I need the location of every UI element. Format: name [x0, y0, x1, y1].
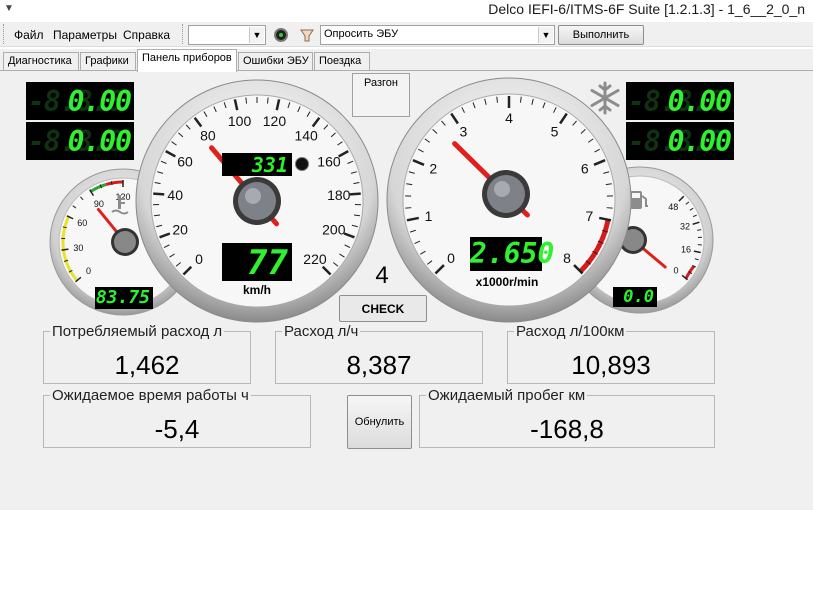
left-lcd-row-2: -8.8.8 0.00 — [26, 122, 134, 160]
gauge-tick-label: 220 — [303, 251, 327, 267]
speed-digital: 77 — [222, 243, 292, 283]
left-lcd-display: -8.8.8 0.00 -8.8.8 0.00 — [26, 82, 134, 162]
gauge-tick-label: 0 — [447, 250, 455, 266]
expected-range-value: -168,8 — [530, 414, 604, 444]
expected-range-label: Ожидаемый пробег км — [426, 387, 588, 404]
tab-ecu-errors[interactable]: Ошибки ЭБУ — [238, 52, 313, 70]
right-lcd-row-2: -8.8.8 0.00 — [626, 122, 734, 160]
gauge-tick-label: 48 — [668, 202, 678, 212]
fuel-consumed-value: 1,462 — [114, 350, 180, 380]
gauge-major-tick — [61, 248, 69, 251]
indicator-lamp-icon — [295, 157, 309, 171]
gauge-minor-tick — [245, 97, 248, 104]
gauge-minor-tick — [697, 229, 702, 231]
gauge-tick-label: 2 — [429, 161, 437, 177]
tab-graphs[interactable]: Графики — [80, 52, 136, 70]
odometer-display: 331 — [222, 153, 292, 177]
fuel-rate-label: Расход л/ч — [282, 323, 361, 340]
request-select-value: Опросить ЭБУ — [324, 28, 399, 40]
menu-file[interactable]: Файл — [14, 28, 44, 42]
fuel-rate-field: Расход л/ч 8,387 — [275, 323, 483, 384]
grip-handle — [3, 24, 6, 44]
gauge-tick-label: 6 — [581, 161, 589, 177]
chevron-down-icon[interactable]: ▼ — [249, 27, 264, 43]
gauge-tick-label: 90 — [94, 199, 104, 209]
left-lcd-value-2: 0.00 — [67, 125, 132, 158]
gauge-tick-label: 7 — [586, 208, 594, 224]
fuel-rate-value: 8,387 — [346, 350, 412, 380]
gauge-tick-label: 0 — [673, 265, 678, 275]
toolbar-grip — [182, 24, 185, 44]
gauge-tick-label: 0 — [86, 266, 91, 276]
menu-help[interactable]: Справка — [123, 28, 170, 42]
tab-diagnostics[interactable]: Диагностика — [3, 52, 79, 70]
right-lcd-row-1: -8.8.8 0.00 — [626, 82, 734, 120]
reset-button[interactable]: Обнулить — [347, 395, 412, 449]
menu-settings[interactable]: Параметры — [53, 28, 117, 42]
gauge-tick-label: 60 — [177, 154, 193, 170]
request-select[interactable]: Опросить ЭБУ ▼ — [320, 25, 555, 45]
gauge-tick-label: 20 — [172, 222, 188, 238]
right-lcd-value-2: 0.00 — [667, 125, 732, 158]
speed-unit-label: km/h — [242, 283, 271, 297]
gauge-tick-label: 80 — [200, 127, 216, 143]
gauge-tick-label: 100 — [228, 113, 252, 129]
gauge-minor-tick — [496, 96, 498, 103]
check-engine-indicator: CHECK — [339, 295, 427, 322]
gauge-tick-label: 5 — [551, 124, 559, 140]
settings-icon[interactable] — [299, 27, 315, 43]
right-lcd-value-1: 0.00 — [667, 85, 732, 118]
rpm-unit-label: x1000r/min — [475, 275, 539, 289]
gauge-tick-label: 0 — [195, 251, 203, 267]
gauge-tick-label: 40 — [167, 187, 183, 203]
fuel-per-100km-field: Расход л/100км 10,893 — [507, 323, 715, 384]
gauge-tick-label: 120 — [263, 113, 287, 129]
tab-trip[interactable]: Поездка — [314, 52, 370, 70]
execute-button[interactable]: Выполнить — [558, 25, 644, 45]
fuel-per-100km-value: 10,893 — [571, 350, 651, 380]
expected-runtime-field: Ожидаемое время работы ч -5,4 — [43, 387, 311, 448]
fuel-consumed-field: Потребляемый расход л 1,462 — [43, 323, 251, 384]
gauge-tick-label: 16 — [681, 245, 691, 255]
port-select[interactable]: ▼ — [188, 25, 266, 45]
gauge-tick-label: 1 — [425, 208, 433, 224]
gauge-tick-label: 60 — [77, 218, 87, 228]
fuel-consumed-label: Потребляемый расход л — [50, 323, 225, 340]
gauge-tick-label: 120 — [115, 192, 130, 202]
window-title: Delco IEFI-6/ITMS-6F Suite [1.2.1.3] - 1… — [488, 1, 805, 17]
acceleration-button[interactable]: Разгон — [352, 73, 410, 117]
gauge-major-tick — [153, 192, 165, 196]
gauge-tick-label: 160 — [317, 154, 341, 170]
gauge-minor-tick — [520, 96, 522, 103]
fuel-per-100km-label: Расход л/100км — [514, 323, 627, 340]
gauge-tick-label: 8 — [563, 250, 571, 266]
gear-indicator: 4 — [375, 262, 389, 289]
title-bar: ▼ Delco IEFI-6/ITMS-6F Suite [1.2.1.3] -… — [0, 0, 813, 22]
left-lcd-row-1: -8.8.8 0.00 — [26, 82, 134, 120]
left-lcd-value-1: 0.00 — [67, 85, 132, 118]
gauge-tick-label: 3 — [460, 124, 468, 140]
gauge-tick-label: 4 — [505, 110, 513, 126]
gauge-tick-label: 140 — [294, 127, 318, 143]
gauge-minor-tick — [266, 97, 269, 104]
expected-runtime-value: -5,4 — [154, 414, 200, 444]
app-icon[interactable]: ▼ — [4, 4, 18, 14]
right-lcd-display: -8.8.8 0.00 -8.8.8 0.00 — [626, 82, 734, 162]
gauge-tick-label: 180 — [327, 187, 351, 203]
gauge-tick-label: 200 — [322, 222, 346, 238]
gauge-tick-label: 32 — [680, 222, 690, 232]
gauge-major-tick — [349, 192, 361, 196]
gauge-tick-label: 30 — [73, 243, 83, 253]
rpm-digital: 2.650 — [470, 237, 555, 271]
expected-range-field: Ожидаемый пробег км -168,8 — [419, 387, 715, 448]
record-icon[interactable] — [274, 28, 288, 42]
tab-dashboard[interactable]: Панель приборов — [137, 49, 237, 72]
expected-runtime-label: Ожидаемое время работы ч — [50, 387, 251, 404]
chevron-down-icon[interactable]: ▼ — [538, 27, 553, 43]
